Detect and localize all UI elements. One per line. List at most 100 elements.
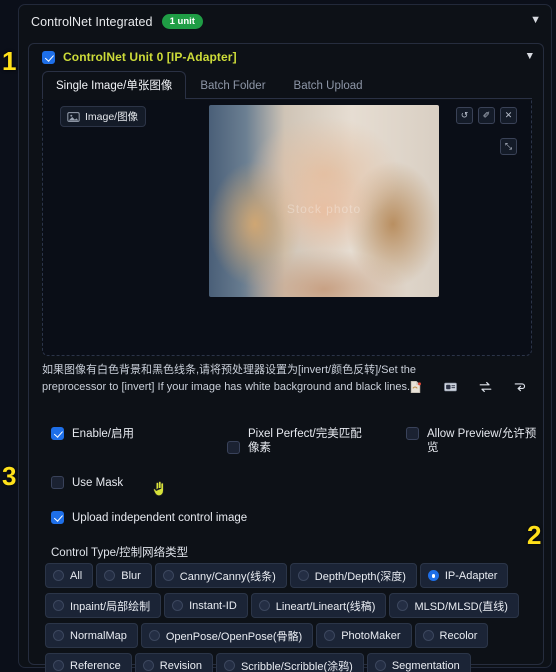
radio-icon-selected xyxy=(427,570,439,581)
control-type-blur[interactable]: Blur xyxy=(96,563,152,588)
allow-preview-checkbox[interactable] xyxy=(406,427,419,440)
allow-preview-option[interactable]: Allow Preview/允许预览 xyxy=(406,427,543,455)
unit-title: ControlNet Unit 0 [IP-Adapter] xyxy=(63,50,237,64)
radio-icon xyxy=(162,570,174,581)
radio-icon xyxy=(223,660,235,671)
control-type-mlsd[interactable]: MLSD/MLSD(直线) xyxy=(389,593,519,618)
upload-independent-checkbox[interactable] xyxy=(51,511,64,524)
radio-icon xyxy=(53,570,64,581)
control-type-label-text: IP-Adapter xyxy=(444,569,498,582)
tab-single-image[interactable]: Single Image/单张图像 xyxy=(42,71,187,99)
radio-icon xyxy=(104,570,116,581)
send-arrow-icon[interactable] xyxy=(513,380,528,394)
open-new-image-icon[interactable] xyxy=(408,380,423,394)
control-type-row: All Blur Canny/Canny(线条) Depth/Depth(深度) xyxy=(45,563,542,588)
control-type-label-text: MLSD/MLSD(直线) xyxy=(414,600,508,613)
unit-enable-checkbox[interactable] xyxy=(42,50,55,64)
tab-batch-folder[interactable]: Batch Folder xyxy=(186,74,279,98)
control-type-radio-grid: All Blur Canny/Canny(线条) Depth/Depth(深度) xyxy=(45,563,542,672)
control-type-revision[interactable]: Revision xyxy=(134,653,213,672)
image-tool-buttons: ↺ ✐ ✕ xyxy=(456,107,517,124)
preprocessor-hint-text: 如果图像有白色背景和黑色线条,请将预处理器设置为[invert/颜色反转]/Se… xyxy=(42,364,417,393)
radio-icon xyxy=(172,600,184,611)
control-type-label-text: Recolor xyxy=(439,629,478,642)
control-type-reference[interactable]: Reference xyxy=(45,653,132,672)
id-card-icon[interactable] xyxy=(443,380,458,394)
control-type-label-text: Inpaint/局部绘制 xyxy=(70,600,151,613)
control-type-photomaker[interactable]: PhotoMaker xyxy=(316,623,412,648)
undo-icon[interactable]: ↺ xyxy=(456,107,473,124)
control-type-label-text: Revision xyxy=(159,659,202,672)
image-expand-button-group: ⤡ xyxy=(500,138,517,155)
allow-preview-label: Allow Preview/允许预览 xyxy=(427,428,537,454)
image-watermark: Stock photo xyxy=(286,202,362,216)
expand-icon[interactable]: ⤡ xyxy=(500,138,517,155)
control-type-label-text: All xyxy=(70,569,83,582)
control-type-label-text: OpenPose/OpenPose(骨骼) xyxy=(165,630,303,643)
control-type-row: NormalMap OpenPose/OpenPose(骨骼) PhotoMak… xyxy=(45,623,542,648)
control-type-label-text: Canny/Canny(线条) xyxy=(179,570,276,583)
radio-icon xyxy=(324,630,336,641)
radio-icon xyxy=(148,630,160,641)
radio-icon xyxy=(397,600,409,611)
radio-icon xyxy=(374,660,386,671)
enable-checkbox[interactable] xyxy=(51,427,64,440)
tab-batch-upload[interactable]: Batch Upload xyxy=(280,74,377,98)
control-type-all[interactable]: All xyxy=(45,563,94,588)
control-type-label-text: NormalMap xyxy=(70,629,127,642)
use-mask-option[interactable]: Use Mask xyxy=(51,476,123,490)
control-type-depth[interactable]: Depth/Depth(深度) xyxy=(289,563,417,588)
control-type-label-text: Scribble/Scribble(涂鸦) xyxy=(240,660,353,672)
control-type-ip-adapter[interactable]: IP-Adapter xyxy=(419,563,509,588)
image-icon xyxy=(67,111,80,122)
pixel-perfect-checkbox[interactable] xyxy=(227,441,240,454)
input-mode-tabs: Single Image/单张图像 Batch Folder Batch Upl… xyxy=(42,71,532,99)
pointer-hand-cursor xyxy=(153,481,164,497)
annotation-marker-1: 1 xyxy=(2,46,17,76)
close-icon[interactable]: ✕ xyxy=(500,107,517,124)
erase-icon[interactable]: ✐ xyxy=(478,107,495,124)
upload-independent-option[interactable]: Upload independent control image xyxy=(51,511,247,525)
control-type-label-text: Instant-ID xyxy=(189,599,237,612)
control-type-segmentation[interactable]: Segmentation xyxy=(366,653,471,672)
unit-header[interactable]: ControlNet Unit 0 [IP-Adapter] ▼ xyxy=(29,44,543,70)
control-type-row: Reference Revision Scribble/Scribble(涂鸦)… xyxy=(45,653,542,672)
control-type-lineart[interactable]: Lineart/Lineart(线稿) xyxy=(250,593,387,618)
pixel-perfect-label: Pixel Perfect/完美匹配像素 xyxy=(248,428,362,454)
hint-action-icons xyxy=(408,380,528,394)
control-type-canny[interactable]: Canny/Canny(线条) xyxy=(154,563,287,588)
image-label-chip: Image/图像 xyxy=(60,106,147,127)
enable-option[interactable]: Enable/启用 xyxy=(51,427,134,441)
control-type-label-text: Depth/Depth(深度) xyxy=(314,570,406,583)
unit-chevron-down-icon[interactable]: ▼ xyxy=(525,51,535,62)
controlnet-accordion: ControlNet Integrated 1 unit ▼ ControlNe… xyxy=(18,4,552,672)
enable-label: Enable/启用 xyxy=(72,428,135,440)
control-type-normalmap[interactable]: NormalMap xyxy=(45,623,138,648)
control-type-instant-id[interactable]: Instant-ID xyxy=(164,593,248,618)
pixel-perfect-option[interactable]: Pixel Perfect/完美匹配像素 xyxy=(227,427,368,455)
radio-icon xyxy=(297,570,309,581)
use-mask-label: Use Mask xyxy=(72,477,124,489)
radio-icon xyxy=(258,600,270,611)
control-type-inpaint[interactable]: Inpaint/局部绘制 xyxy=(45,593,162,618)
upload-independent-label: Upload independent control image xyxy=(72,512,248,524)
control-type-openpose[interactable]: OpenPose/OpenPose(骨骼) xyxy=(140,623,314,648)
control-type-recolor[interactable]: Recolor xyxy=(414,623,489,648)
control-type-label-text: Lineart/Lineart(线稿) xyxy=(275,600,376,613)
control-type-row: Inpaint/局部绘制 Instant-ID Lineart/Lineart(… xyxy=(45,593,542,618)
preprocessor-hint: 如果图像有白色背景和黑色线条,请将预处理器设置为[invert/颜色反转]/Se… xyxy=(42,362,532,396)
control-type-scribble[interactable]: Scribble/Scribble(涂鸦) xyxy=(215,653,364,672)
radio-icon xyxy=(53,600,64,611)
control-type-label-text: Blur xyxy=(121,569,141,582)
radio-icon xyxy=(422,630,434,641)
accordion-header[interactable]: ControlNet Integrated 1 unit ▼ xyxy=(19,5,551,38)
image-dropzone[interactable]: Image/图像 Stock photo ↺ ✐ ✕ ⤡ xyxy=(42,100,532,356)
chevron-down-icon[interactable]: ▼ xyxy=(530,15,541,26)
uploaded-image-preview[interactable]: Stock photo xyxy=(209,105,439,297)
use-mask-checkbox[interactable] xyxy=(51,476,64,489)
control-type-label-text: Reference xyxy=(70,659,121,672)
annotation-marker-2: 2 xyxy=(527,520,542,550)
radio-icon xyxy=(142,660,154,671)
accordion-title: ControlNet Integrated xyxy=(31,14,153,29)
swap-arrows-icon[interactable] xyxy=(478,380,493,394)
